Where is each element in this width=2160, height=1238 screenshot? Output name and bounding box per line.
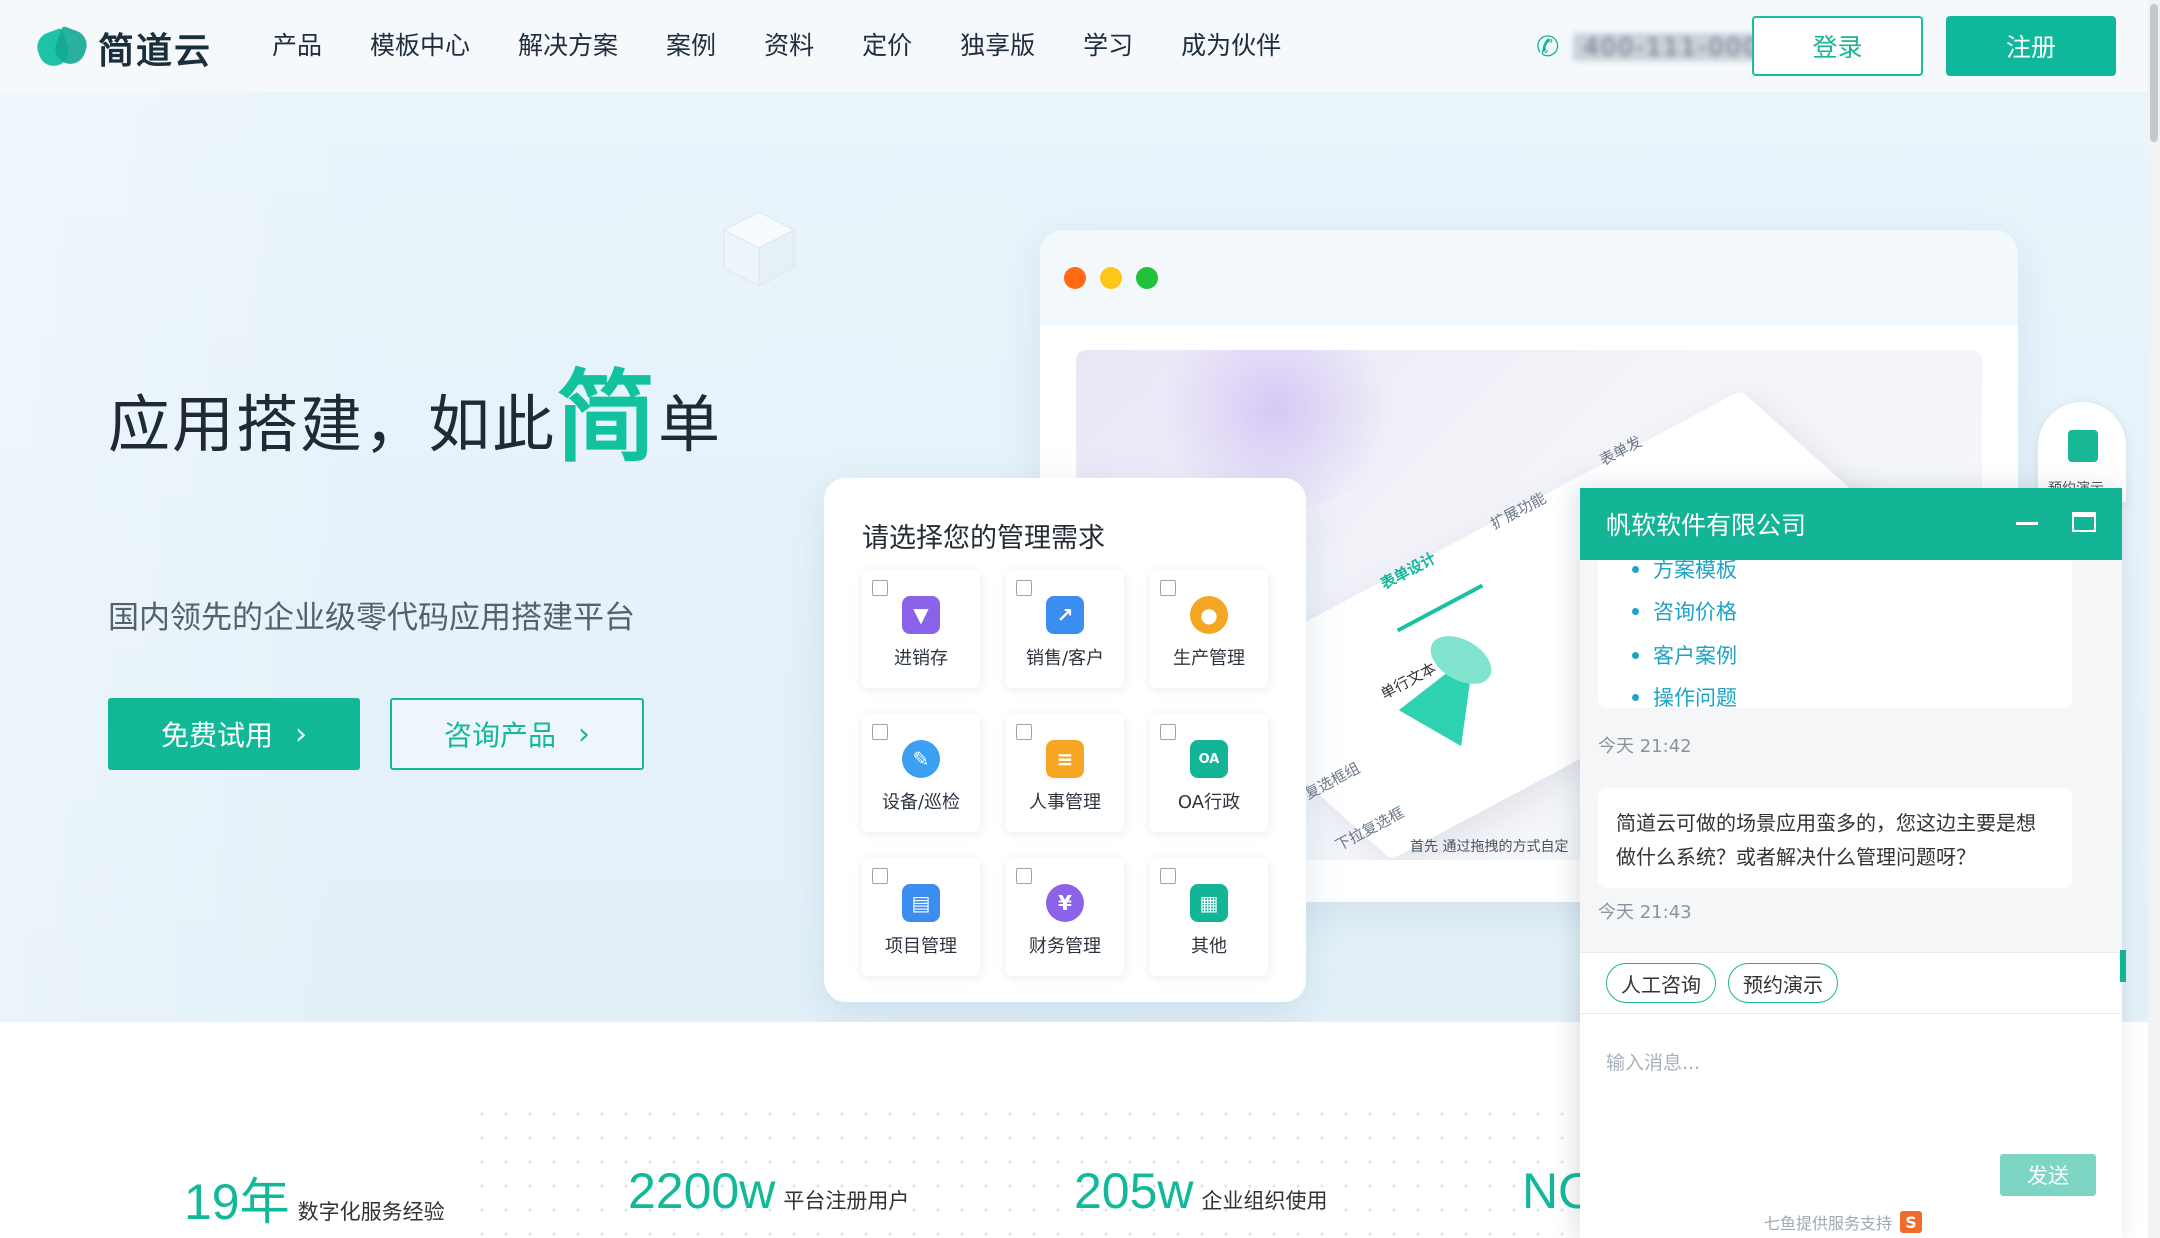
phone-icon: ✆ xyxy=(1536,30,1560,63)
mockup-titlebar xyxy=(1040,230,2018,326)
option-checkbox[interactable] xyxy=(1160,580,1176,596)
send-button[interactable]: 发送 xyxy=(2000,1154,2096,1196)
quick-reply-human[interactable]: 人工咨询 xyxy=(1606,963,1716,1003)
option-checkbox[interactable] xyxy=(1016,868,1032,884)
headline-highlight: 简 xyxy=(556,359,659,476)
menu-item-learn[interactable]: 学习 xyxy=(1083,28,1133,64)
option-checkbox[interactable] xyxy=(1160,868,1176,884)
brand-name: 简道云 xyxy=(98,31,213,72)
demand-option-project[interactable]: ▤ 项目管理 xyxy=(862,858,980,976)
chat-link-templates[interactable]: 方案模板 xyxy=(1632,560,1737,584)
option-checkbox[interactable] xyxy=(872,724,888,740)
menu-item-templates[interactable]: 模板中心 xyxy=(370,28,470,64)
free-trial-button[interactable]: 免费试用 › xyxy=(108,698,360,770)
page-scrollbar-thumb[interactable] xyxy=(2150,4,2158,142)
people-icon: ≡ xyxy=(1046,740,1084,778)
demand-option-equipment[interactable]: ✎ 设备/巡检 xyxy=(862,714,980,832)
chat-window: 帆软软件有限公司 方案模板 咨询价格 客户案例 操作问题 今天 21:42 简道… xyxy=(1580,488,2122,1238)
traffic-red-icon xyxy=(1064,267,1086,289)
register-button[interactable]: 注册 xyxy=(1946,16,2116,76)
wrench-icon: ✎ xyxy=(902,740,940,778)
menu-item-pricing[interactable]: 定价 xyxy=(862,28,912,64)
phone-contact: ✆ 400-111-0000 xyxy=(1536,30,1788,63)
mockup-caption: 首先 通过拖拽的方式自定 xyxy=(1410,839,1569,855)
grid-icon: ▦ xyxy=(1190,884,1228,922)
menu-item-solutions[interactable]: 解决方案 xyxy=(518,28,618,64)
demand-option-inventory[interactable]: ▼ 进销存 xyxy=(862,570,980,688)
cube-decoration-icon xyxy=(722,211,796,287)
factory-icon: ● xyxy=(1190,596,1228,634)
menu-item-cases[interactable]: 案例 xyxy=(666,28,716,64)
logo-leaf-icon xyxy=(33,25,92,71)
edit-note-icon xyxy=(2068,430,2098,462)
chat-bubble-message: 简道云可做的场景应用蛮多的，您这边主要是想做什么系统？或者解决什么管理问题呀？ xyxy=(1598,788,2072,888)
quick-replies: 人工咨询 预约演示 xyxy=(1580,952,2122,1014)
chat-link-pricing[interactable]: 咨询价格 xyxy=(1632,596,1737,626)
chat-input-placeholder[interactable]: 输入消息... xyxy=(1606,1048,1700,1075)
traffic-yellow-icon xyxy=(1100,267,1122,289)
menu-item-product[interactable]: 产品 xyxy=(272,28,322,64)
demand-option-finance[interactable]: ¥ 财务管理 xyxy=(1006,858,1124,976)
minimize-icon[interactable] xyxy=(2016,522,2038,525)
traffic-green-icon xyxy=(1136,267,1158,289)
quick-reply-demo[interactable]: 预约演示 xyxy=(1728,963,1838,1003)
maximize-icon[interactable] xyxy=(2072,512,2096,532)
chat-messages: 方案模板 咨询价格 客户案例 操作问题 今天 21:42 简道云可做的场景应用蛮… xyxy=(1580,560,2122,1020)
option-checkbox[interactable] xyxy=(1016,580,1032,596)
chevron-right-icon: › xyxy=(578,716,590,752)
stat-users: 2200w 平台注册用户 xyxy=(628,1163,910,1219)
cart-icon: ▼ xyxy=(902,596,940,634)
option-checkbox[interactable] xyxy=(1016,724,1032,740)
top-nav: 简道云 产品 模板中心 解决方案 案例 资料 定价 独享版 学习 成为伙伴 ✆ … xyxy=(0,0,2160,92)
chart-icon: ↗ xyxy=(1046,596,1084,634)
login-button[interactable]: 登录 xyxy=(1752,16,1923,76)
chat-timestamp: 今天 21:43 xyxy=(1598,902,1692,923)
demand-option-other[interactable]: ▦ 其他 xyxy=(1150,858,1268,976)
menu-item-resources[interactable]: 资料 xyxy=(764,28,814,64)
stat-orgs: 205w 企业组织使用 xyxy=(1074,1163,1328,1219)
consult-product-button[interactable]: 咨询产品 › xyxy=(390,698,644,770)
demand-options: ▼ 进销存 ↗ 销售/客户 ● 生产管理 ✎ 设备/巡检 ≡ 人事管理 OA OA行政 ▤ 项… xyxy=(862,570,1274,976)
coin-icon: ¥ xyxy=(1046,884,1084,922)
demand-option-production[interactable]: ● 生产管理 xyxy=(1150,570,1268,688)
chevron-right-icon: › xyxy=(295,716,307,752)
qiyu-logo-icon: S xyxy=(1900,1211,1923,1233)
book-demo-widget[interactable]: 预约演示 xyxy=(2038,402,2126,502)
powered-by: 七鱼提供服务支持 S xyxy=(1764,1210,1923,1234)
menu-item-dedicated[interactable]: 独享版 xyxy=(960,28,1035,64)
menu-item-partner[interactable]: 成为伙伴 xyxy=(1181,28,1281,64)
chat-timestamp: 今天 21:42 xyxy=(1598,736,1692,757)
stat-years: 19年 数字化服务经验 xyxy=(184,1174,445,1230)
demand-option-hr[interactable]: ≡ 人事管理 xyxy=(1006,714,1124,832)
brand-logo[interactable]: 简道云 xyxy=(33,22,213,74)
main-menu: 产品 模板中心 解决方案 案例 资料 定价 独享版 学习 成为伙伴 xyxy=(272,28,1329,64)
demand-title: 请选择您的管理需求 xyxy=(862,523,1105,554)
option-checkbox[interactable] xyxy=(872,580,888,596)
option-checkbox[interactable] xyxy=(872,868,888,884)
demand-option-oa[interactable]: OA OA行政 xyxy=(1150,714,1268,832)
option-checkbox[interactable] xyxy=(1160,724,1176,740)
chat-header: 帆软软件有限公司 xyxy=(1580,488,2122,560)
chat-title: 帆软软件有限公司 xyxy=(1606,511,1807,540)
demand-option-sales[interactable]: ↗ 销售/客户 xyxy=(1006,570,1124,688)
chat-input-area[interactable]: 输入消息... 发送 七鱼提供服务支持 S xyxy=(1580,1014,2122,1238)
folder-icon: ▤ xyxy=(902,884,940,922)
page-scrollbar-track[interactable] xyxy=(2148,0,2160,1238)
demand-card: 请选择您的管理需求 ▼ 进销存 ↗ 销售/客户 ● 生产管理 ✎ 设备/巡检 ≡ 人事管理… xyxy=(824,478,1306,1002)
hero-subline: 国内领先的企业级零代码应用搭建平台 xyxy=(108,600,635,636)
chat-bubble-links: 方案模板 咨询价格 客户案例 操作问题 xyxy=(1598,560,2072,710)
chat-link-help[interactable]: 操作问题 xyxy=(1632,682,1737,712)
hero-headline: 应用搭建，如此简单 xyxy=(108,359,723,476)
oa-icon: OA xyxy=(1190,740,1228,778)
chat-link-cases[interactable]: 客户案例 xyxy=(1632,640,1737,670)
